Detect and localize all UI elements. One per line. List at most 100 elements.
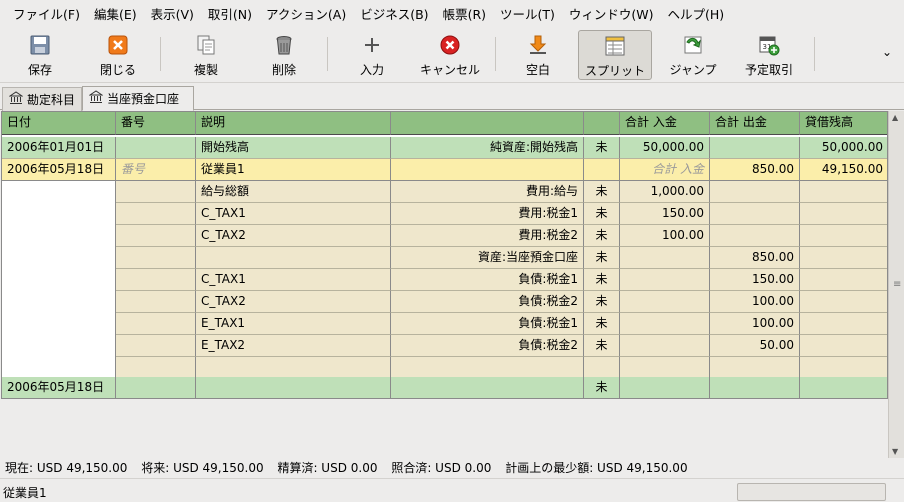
split-deposit[interactable]: 100.00 bbox=[620, 225, 710, 247]
cell-withdrawal[interactable] bbox=[710, 137, 800, 159]
header-deposit[interactable]: 合計 入金 bbox=[620, 112, 710, 135]
split-account[interactable]: 負債:税金2 bbox=[391, 335, 584, 357]
save-button[interactable]: 保存 bbox=[14, 30, 66, 80]
split-account[interactable]: 負債:税金1 bbox=[391, 269, 584, 291]
split-deposit[interactable] bbox=[620, 335, 710, 357]
split-reconcile[interactable]: 未 bbox=[584, 203, 620, 225]
split-button[interactable]: スプリット bbox=[578, 30, 652, 80]
deposit-field[interactable]: 合計 入金 bbox=[620, 159, 710, 181]
menu-business[interactable]: ビジネス(B) bbox=[353, 4, 435, 23]
menu-reports[interactable]: 帳票(R) bbox=[436, 4, 493, 23]
cancel-button[interactable]: キャンセル bbox=[414, 30, 486, 80]
split-memo[interactable]: E_TAX1 bbox=[196, 313, 391, 335]
split-withdrawal[interactable]: 850.00 bbox=[710, 247, 800, 269]
current-transaction-row[interactable]: 2006年05月18日 番号 従業員1 合計 入金 850.00 49,150.… bbox=[2, 159, 887, 181]
split-withdrawal[interactable] bbox=[710, 181, 800, 203]
split-deposit[interactable] bbox=[620, 313, 710, 335]
cell-withdrawal[interactable] bbox=[710, 377, 800, 398]
header-balance[interactable]: 貸借残高 bbox=[800, 112, 887, 135]
menu-edit[interactable]: 編集(E) bbox=[87, 4, 144, 23]
split-row[interactable]: C_TAX1 費用:税金1 未 150.00 bbox=[2, 203, 887, 225]
cell-num[interactable] bbox=[116, 137, 196, 159]
split-memo[interactable]: C_TAX1 bbox=[196, 203, 391, 225]
split-withdrawal[interactable] bbox=[710, 203, 800, 225]
split-row[interactable]: E_TAX1 負債:税金1 未 100.00 bbox=[2, 313, 887, 335]
tab-accounts[interactable]: 勘定科目 bbox=[2, 87, 82, 111]
split-account[interactable]: 費用:給与 bbox=[391, 181, 584, 203]
menu-view[interactable]: 表示(V) bbox=[144, 4, 201, 23]
menu-tools[interactable]: ツール(T) bbox=[493, 4, 562, 23]
split-deposit[interactable] bbox=[620, 247, 710, 269]
split-memo[interactable]: E_TAX2 bbox=[196, 335, 391, 357]
delete-button[interactable]: 削除 bbox=[258, 30, 310, 80]
cell-date[interactable]: 2006年01月01日 bbox=[2, 137, 116, 159]
split-reconcile[interactable]: 未 bbox=[584, 247, 620, 269]
enter-button[interactable]: 入力 bbox=[348, 30, 396, 80]
split-account[interactable]: 負債:税金1 bbox=[391, 313, 584, 335]
menu-actions[interactable]: アクション(A) bbox=[259, 4, 353, 23]
split-row[interactable]: C_TAX1 負債:税金1 未 150.00 bbox=[2, 269, 887, 291]
split-reconcile[interactable]: 未 bbox=[584, 225, 620, 247]
menu-file[interactable]: ファイル(F) bbox=[6, 4, 87, 23]
split-account[interactable]: 費用:税金2 bbox=[391, 225, 584, 247]
split-row[interactable]: C_TAX2 費用:税金2 未 100.00 bbox=[2, 225, 887, 247]
cell-transfer[interactable] bbox=[391, 377, 584, 398]
split-withdrawal[interactable]: 100.00 bbox=[710, 291, 800, 313]
split-row[interactable]: E_TAX2 負債:税金2 未 50.00 bbox=[2, 335, 887, 357]
menu-windows[interactable]: ウィンドウ(W) bbox=[562, 4, 661, 23]
cell-description[interactable]: 開始残高 bbox=[196, 137, 391, 159]
split-account[interactable]: 費用:税金1 bbox=[391, 203, 584, 225]
blank-button[interactable]: 空白 bbox=[512, 30, 564, 80]
cell-transfer[interactable]: 純資産:開始残高 bbox=[391, 137, 584, 159]
cell-reconcile[interactable]: 未 bbox=[584, 377, 620, 398]
toolbar-overflow-button[interactable]: ⌄ bbox=[882, 45, 892, 59]
header-transfer[interactable] bbox=[391, 112, 584, 135]
blank-transaction-row[interactable]: 2006年05月18日 未 bbox=[2, 377, 887, 398]
split-account[interactable]: 資産:当座預金口座 bbox=[391, 247, 584, 269]
close-button[interactable]: 閉じる bbox=[90, 30, 146, 80]
scroll-down-arrow-icon[interactable]: ▼ bbox=[892, 447, 898, 456]
menu-help[interactable]: ヘルプ(H) bbox=[661, 4, 732, 23]
scroll-up-arrow-icon[interactable]: ▲ bbox=[892, 113, 898, 122]
split-deposit[interactable]: 1,000.00 bbox=[620, 181, 710, 203]
split-memo[interactable]: C_TAX1 bbox=[196, 269, 391, 291]
split-deposit[interactable] bbox=[620, 357, 710, 379]
num-field[interactable]: 番号 bbox=[116, 159, 196, 181]
header-num[interactable]: 番号 bbox=[116, 112, 196, 135]
jump-button[interactable]: ジャンプ bbox=[664, 30, 722, 80]
split-row[interactable]: C_TAX2 負債:税金2 未 100.00 bbox=[2, 291, 887, 313]
split-reconcile[interactable]: 未 bbox=[584, 181, 620, 203]
schedule-button[interactable]: 31 予定取引 bbox=[740, 30, 798, 80]
cell-deposit[interactable] bbox=[620, 377, 710, 398]
split-withdrawal[interactable] bbox=[710, 225, 800, 247]
transaction-row[interactable]: 2006年01月01日 開始残高 純資産:開始残高 未 50,000.00 50… bbox=[2, 137, 887, 159]
header-withdrawal[interactable]: 合計 出金 bbox=[710, 112, 800, 135]
cell-description[interactable] bbox=[196, 377, 391, 398]
cell-transfer[interactable] bbox=[391, 159, 584, 181]
split-reconcile[interactable]: 未 bbox=[584, 269, 620, 291]
split-deposit[interactable]: 150.00 bbox=[620, 203, 710, 225]
split-deposit[interactable] bbox=[620, 269, 710, 291]
split-memo[interactable] bbox=[196, 357, 391, 379]
split-deposit[interactable] bbox=[620, 291, 710, 313]
cell-reconcile[interactable] bbox=[584, 159, 620, 181]
cell-reconcile[interactable]: 未 bbox=[584, 137, 620, 159]
cell-deposit[interactable]: 50,000.00 bbox=[620, 137, 710, 159]
split-reconcile[interactable]: 未 bbox=[584, 291, 620, 313]
split-row[interactable]: 資産:当座預金口座 未 850.00 bbox=[2, 247, 887, 269]
split-reconcile[interactable]: 未 bbox=[584, 313, 620, 335]
split-memo[interactable]: C_TAX2 bbox=[196, 291, 391, 313]
duplicate-button[interactable]: 複製 bbox=[180, 30, 232, 80]
header-date[interactable]: 日付 bbox=[2, 112, 116, 135]
split-withdrawal[interactable]: 50.00 bbox=[710, 335, 800, 357]
split-memo[interactable]: C_TAX2 bbox=[196, 225, 391, 247]
tab-checking-account[interactable]: 当座預金口座 bbox=[82, 86, 194, 111]
cell-date[interactable]: 2006年05月18日 bbox=[2, 377, 116, 398]
split-reconcile[interactable]: 未 bbox=[584, 335, 620, 357]
split-withdrawal[interactable] bbox=[710, 357, 800, 379]
scroll-grip-icon[interactable]: ≡ bbox=[893, 279, 901, 290]
header-reconcile[interactable] bbox=[584, 112, 620, 135]
header-description[interactable]: 説明 bbox=[196, 112, 391, 135]
split-memo[interactable] bbox=[196, 247, 391, 269]
cell-num[interactable] bbox=[116, 377, 196, 398]
